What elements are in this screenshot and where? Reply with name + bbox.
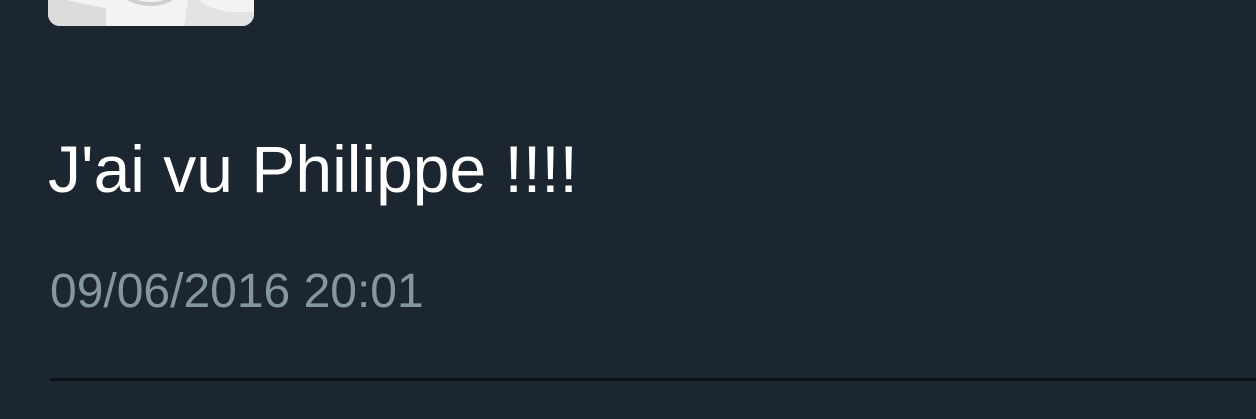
tweet-text: J'ai vu Philippe !!!! [48, 132, 578, 206]
avatar-image [48, 0, 254, 26]
avatar[interactable] [48, 0, 254, 26]
divider [50, 378, 1256, 381]
tweet-timestamp: 09/06/2016 20:01 [50, 265, 424, 318]
tweet-detail-screen: J'ai vu Philippe !!!! 09/06/2016 20:01 [0, 0, 1256, 419]
